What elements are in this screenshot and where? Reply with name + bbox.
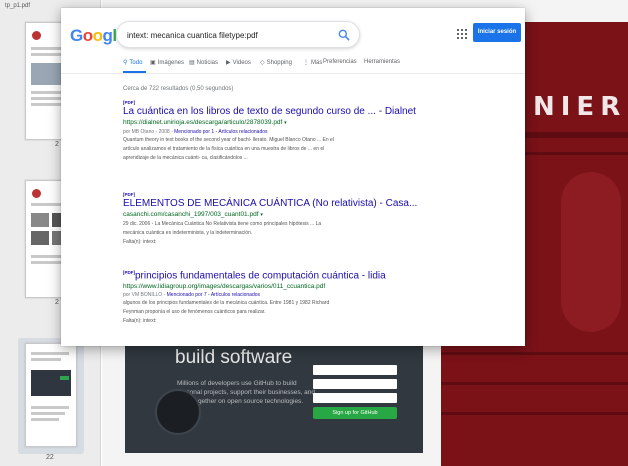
tab-shopping[interactable]: ◇ Shopping xyxy=(260,59,292,66)
result-title-link[interactable]: ELEMENTOS DE MECÁNICA CUÁNTICA (No relat… xyxy=(123,198,417,210)
search-icon: ⚲ xyxy=(123,60,128,66)
tab-videos[interactable]: ▶ Videos xyxy=(226,59,251,66)
page-number: 22 xyxy=(46,454,54,461)
octocat-icon xyxy=(155,389,201,435)
apps-grid-icon[interactable] xyxy=(457,29,467,39)
file-name-label: tp_p1.pdf xyxy=(5,3,31,9)
github-field xyxy=(313,365,397,375)
github-signup-button: Sign up for GitHub xyxy=(313,407,397,419)
search-input[interactable] xyxy=(127,28,327,42)
missing-terms: Falta(n): intext: xyxy=(123,318,157,325)
tab-preferences[interactable]: Preferencias xyxy=(323,59,357,65)
tag-icon: ◇ xyxy=(260,60,265,66)
related-links[interactable]: Mencionado por 7 - Artículos relacionado… xyxy=(167,292,260,298)
search-result: [PDF]principios fundamentales de computa… xyxy=(123,270,386,326)
search-result: [PDF] La cuántica en los libros de texto… xyxy=(123,100,416,163)
search-result: [PDF] ELEMENTOS DE MECÁNICA CUÁNTICA (No… xyxy=(123,192,417,247)
related-links[interactable]: Mencionado por 1 - Artículos relacionado… xyxy=(174,129,267,135)
result-snippet: Quantum theory in text books of the seco… xyxy=(123,137,334,161)
result-url[interactable]: https://www.lidiagroup.org/images/descar… xyxy=(123,282,373,291)
more-icon: ⋮ xyxy=(303,60,309,66)
result-snippet: 29 dic. 2006 - La Mecánica Cuántica No R… xyxy=(123,220,373,247)
active-tab-indicator xyxy=(123,71,146,73)
search-results-window: Google Iniciar sesión ⚲Todo ▣Imágenes ▤N… xyxy=(61,8,525,346)
page-thumbnail-selected[interactable] xyxy=(25,343,77,447)
page-number: 2 xyxy=(55,299,59,306)
red-page-heading: NIER xyxy=(533,92,627,122)
tab-tools[interactable]: Herramientas xyxy=(364,59,400,65)
image-icon: ▣ xyxy=(150,60,156,66)
result-title-link[interactable]: [PDF]principios fundamentales de computa… xyxy=(123,270,386,282)
result-meta: por MB Otano - 2008 - Mencionado por 1 -… xyxy=(123,129,268,135)
result-title-link[interactable]: La cuántica en los libros de texto de se… xyxy=(123,106,416,118)
github-signup-form: Sign up for GitHub xyxy=(313,349,397,435)
news-icon: ▤ xyxy=(189,60,195,66)
dropdown-arrow-icon[interactable]: ▾ xyxy=(284,120,287,126)
result-stats: Cerca de 722 resultados (0,50 segundos) xyxy=(123,86,234,92)
page-number: 2 xyxy=(55,141,59,148)
result-url[interactable]: https://dialnet.unirioja.es/descarga/art… xyxy=(123,118,373,128)
result-url[interactable]: casanchi.com/casanchi_1997/003_cuant01.p… xyxy=(123,210,373,220)
github-field xyxy=(313,393,397,403)
tab-news[interactable]: ▤ Noticias xyxy=(189,59,218,66)
missing-terms: Falta(n): intext: xyxy=(123,239,157,245)
sign-in-button[interactable]: Iniciar sesión xyxy=(473,23,521,42)
tab-all[interactable]: ⚲ Todo xyxy=(123,59,142,66)
video-icon: ▶ xyxy=(226,60,231,66)
result-snippet: algunos de los principios fundamentales … xyxy=(123,299,373,326)
search-box[interactable] xyxy=(116,21,360,48)
file-type-tag: [PDF] xyxy=(123,270,135,275)
tab-more[interactable]: ⋮ Más xyxy=(303,59,322,66)
tab-images[interactable]: ▣ Imágenes xyxy=(150,59,184,66)
github-headline: build software xyxy=(175,347,293,368)
result-meta: por VM BONILLO - Mencionado por 7 - Artí… xyxy=(123,292,261,299)
search-tabs: ⚲ Todo ▣ Imágenes ▤ Noticias ▶ Videos ◇ Shopp… xyxy=(61,54,525,74)
search-icon[interactable] xyxy=(337,28,351,42)
dropdown-arrow-icon[interactable]: ▾ xyxy=(260,212,263,218)
github-field xyxy=(313,379,397,389)
